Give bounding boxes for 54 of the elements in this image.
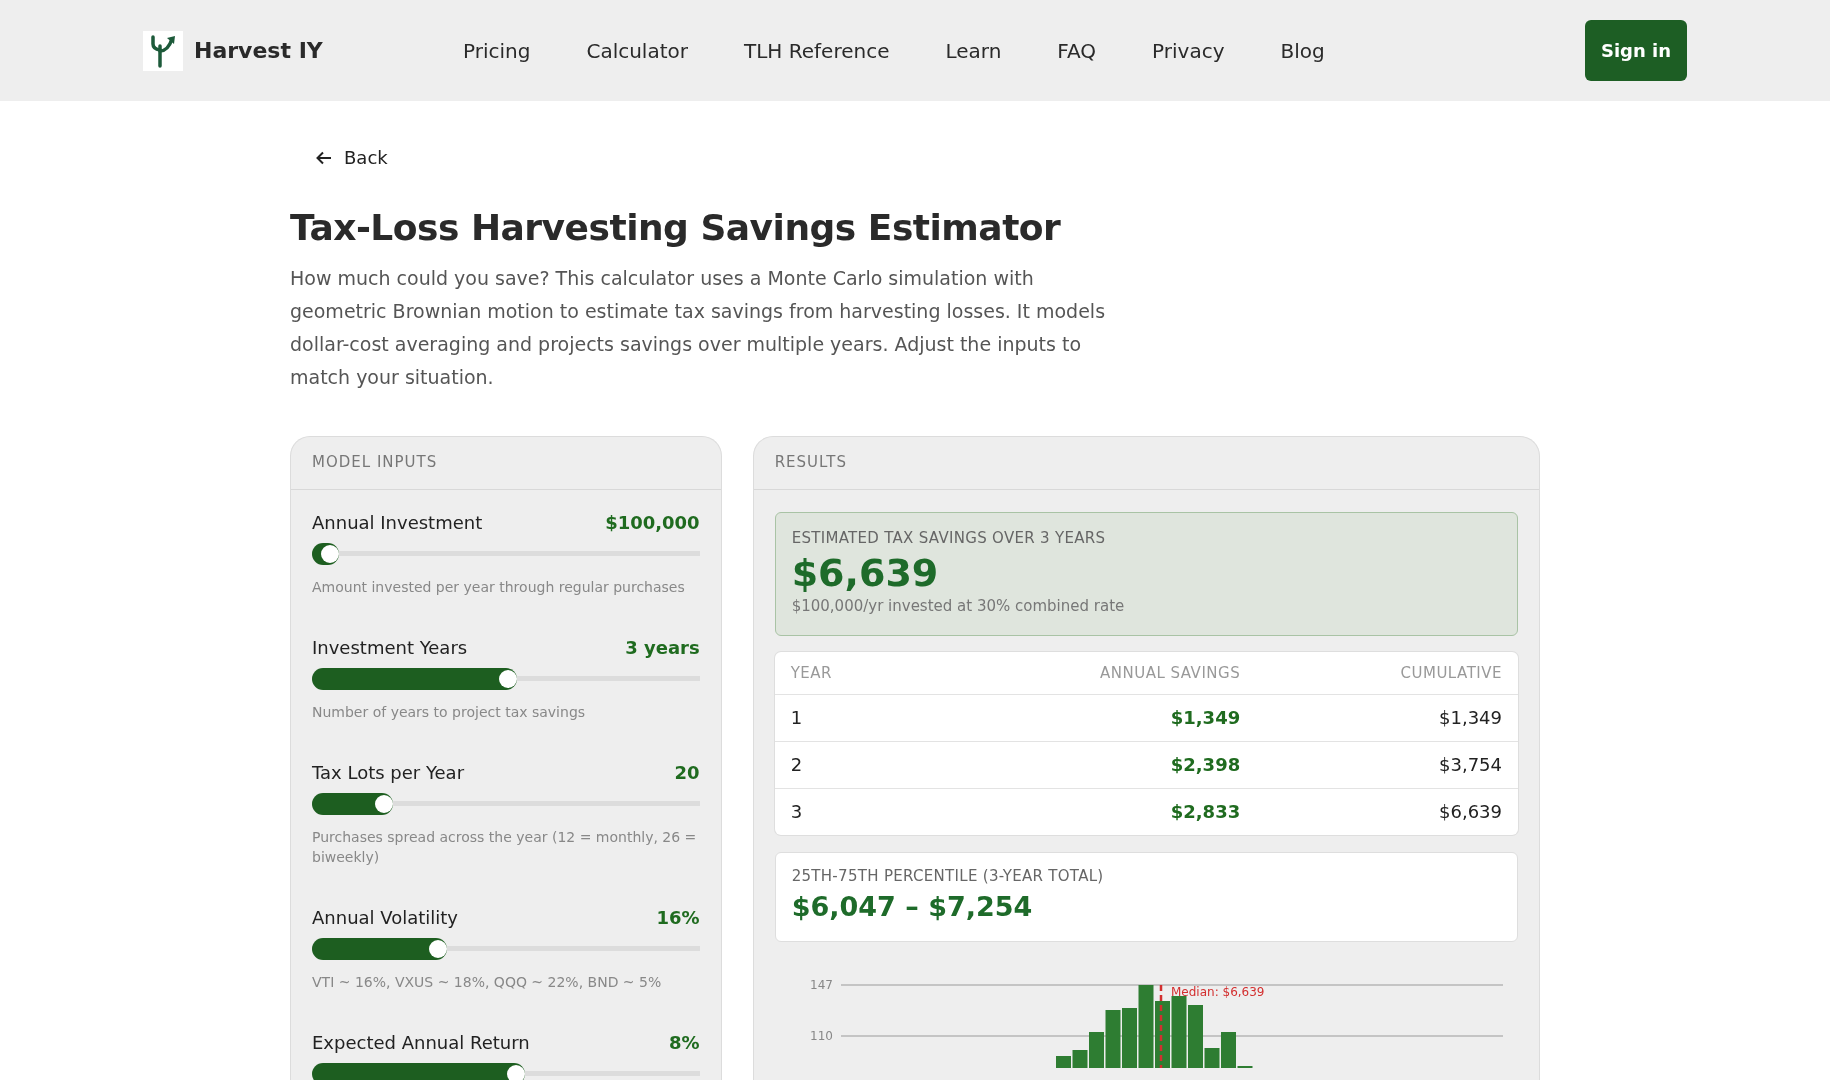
slider-label: Investment Years [312,636,468,658]
slider-label: Annual Volatility [312,906,459,928]
page-title: Tax-Loss Harvesting Savings Estimator [290,206,1062,248]
histogram-bar [1154,1000,1170,1068]
column-header: YEAR [774,651,919,694]
back-link[interactable]: Back [316,147,388,168]
histogram-bar [1121,1007,1137,1068]
savings-note: $100,000/yr invested at 30% combined rate [791,596,1126,615]
slider-hint: VTI ~ 16%, VXUS ~ 18%, QQQ ~ 22%, BND ~ 5% [312,972,663,992]
table-cell: 2 [774,741,919,788]
brand-name[interactable]: Harvest IY [194,38,323,63]
slider-label: Tax Lots per Year [312,761,465,783]
panel-heading: MODEL INPUTS [291,436,721,490]
slider-hint: Purchases spread across the year (12 = monthly, 26 = biweekly) [312,827,698,867]
table-cell: $1,349 [918,694,1257,741]
sprout-arrow-icon [148,33,178,68]
axis-tick-label: 147 [809,977,833,992]
nav-link[interactable]: Blog [1280,38,1325,63]
nav-link[interactable]: Calculator [586,38,688,63]
table-cell: $3,754 [1256,741,1518,788]
slider-label: Expected Annual Return [312,1031,530,1053]
table-cell: $2,833 [918,788,1257,835]
table-cell: $6,639 [1256,788,1518,835]
column-header: CUMULATIVE [1256,651,1518,694]
nav-link[interactable]: Privacy [1152,38,1225,63]
slider-value: 20 [674,761,700,783]
table-cell: 3 [774,788,919,835]
savings-amount: $6,639 [791,550,940,595]
percentile-range: $6,047 – $7,254 [791,890,1034,922]
nav-link[interactable]: TLH Reference [744,38,890,63]
slider-label: Annual Investment [312,511,483,533]
nav-link[interactable]: Pricing [463,38,531,63]
slider-track[interactable] [312,667,700,690]
slider-value: 8% [669,1031,700,1053]
intro-paragraph: How much could you save? This calculator uses a Monte Carlo simulation with geometric Brownian motion to estimate tax savings from harvesting losses. It models dollar-cost averaging and projects savings over multiple years. Adjust the inputs to match your situation. [290,265,1107,390]
sign-in-button[interactable]: Sign in [1585,20,1687,81]
slider-hint: Number of years to project tax savings [312,702,587,722]
slider-hint: Amount invested per year through regular purchases [312,577,686,597]
slider-value: $100,000 [605,511,700,533]
table-cell: $1,349 [1256,694,1518,741]
nav-link[interactable]: FAQ [1057,38,1097,63]
median-label: Median: $6,639 [1170,984,1265,999]
slider-value: 3 years [625,636,700,658]
slider-value: 16% [656,906,700,928]
percentile-label: 25TH-75TH PERCENTILE (3-YEAR TOTAL) [791,866,1105,885]
table-cell: 1 [774,694,919,741]
arrow-left-icon [316,150,332,165]
slider-track[interactable] [312,1062,700,1080]
axis-tick-label: 110 [809,1028,833,1043]
nav-link[interactable]: Learn [945,38,1002,63]
savings-label: ESTIMATED TAX SAVINGS OVER 3 YEARS [791,528,1107,547]
table-cell: $2,398 [918,741,1257,788]
panel-heading: RESULTS [753,436,1539,490]
column-header: ANNUAL SAVINGS [918,651,1257,694]
